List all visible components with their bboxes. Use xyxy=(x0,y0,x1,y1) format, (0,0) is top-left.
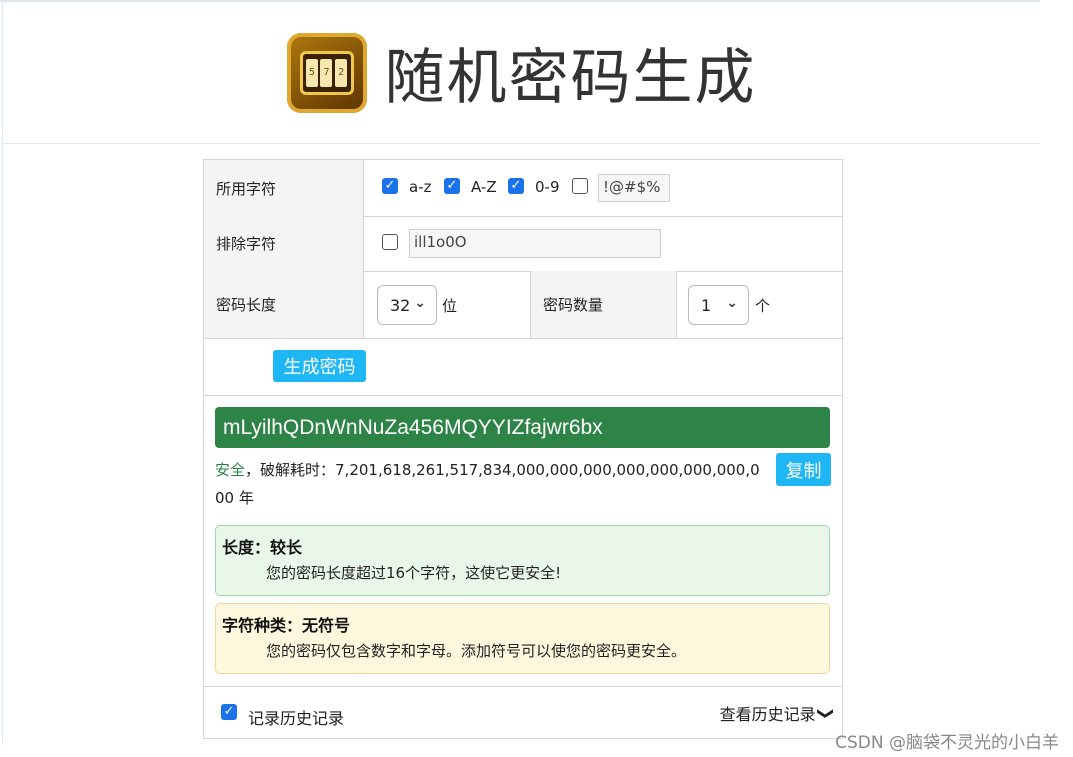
password-output[interactable]: mLyilhQDnWnNuZa456MQYYIZfajwr6bx xyxy=(215,407,830,448)
option-digits-label: 0-9 xyxy=(535,178,560,196)
count-select[interactable]: 1 ⌄ xyxy=(688,285,749,325)
page-header: 572 随机密码生成 xyxy=(3,2,1040,144)
length-value: 32 xyxy=(390,295,411,315)
checkbox-lowercase[interactable] xyxy=(382,178,398,194)
charset-label: 所用字符 xyxy=(204,160,364,216)
length-select[interactable]: 32 ⌄ xyxy=(377,285,437,325)
exclude-label: 排除字符 xyxy=(204,216,364,271)
chevron-down-icon: ❯ xyxy=(816,706,836,720)
view-history-toggle[interactable]: 查看历史记录 ❯ xyxy=(719,701,836,725)
length-tip-title: 长度：较长 xyxy=(222,538,303,557)
charset-tip: 字符种类：无符号 您的密码仅包含数字和字母。添加符号可以使您的密码更安全。 xyxy=(215,603,830,674)
checkbox-symbols[interactable] xyxy=(572,178,588,194)
length-count-row: 密码长度 32 ⌄ 位 密码数量 1 ⌄ 个 xyxy=(204,271,842,339)
length-label: 密码长度 xyxy=(204,271,364,338)
count-label: 密码数量 xyxy=(530,271,677,338)
charset-tip-title: 字符种类：无符号 xyxy=(222,616,351,635)
count-value: 1 xyxy=(701,295,712,315)
chevron-down-icon: ⌄ xyxy=(414,295,426,311)
record-history-label: 记录历史记录 xyxy=(248,709,345,728)
checkbox-digits[interactable] xyxy=(508,178,524,194)
symbols-field[interactable]: !@#$% xyxy=(598,174,670,202)
length-unit: 位 xyxy=(442,297,458,315)
exclude-row: 排除字符 ill1o0O xyxy=(204,216,842,272)
option-uppercase-label: A-Z xyxy=(471,178,497,196)
crack-time-info: 安全，破解耗时：7,201,618,261,517,834,000,000,00… xyxy=(215,456,763,512)
charset-tip-desc: 您的密码仅包含数字和字母。添加符号可以使您的密码更安全。 xyxy=(266,642,687,660)
page-title: 随机密码生成 xyxy=(384,43,757,113)
count-unit: 个 xyxy=(755,297,771,315)
exclude-chars-input[interactable]: ill1o0O xyxy=(409,229,661,258)
slot-machine-logo-icon: 572 xyxy=(286,32,367,113)
length-tip-desc: 您的密码长度超过16个字符，这使它更安全! xyxy=(266,564,562,582)
safety-status: 安全 xyxy=(215,461,246,479)
length-tip: 长度：较长 您的密码长度超过16个字符，这使它更安全! xyxy=(215,525,830,596)
crack-time-text: ，破解耗时：7,201,618,261,517,834,000,000,000,… xyxy=(215,461,760,507)
charset-row: 所用字符 a-z A-Z 0-9 !@#$% xyxy=(204,160,842,217)
history-row: 记录历史记录 查看历史记录 ❯ xyxy=(203,686,843,739)
copy-button[interactable]: 复制 xyxy=(776,453,831,486)
chevron-down-icon: ⌄ xyxy=(726,295,738,311)
checkbox-exclude[interactable] xyxy=(382,234,398,250)
watermark: CSDN @脑袋不灵光的小白羊 xyxy=(835,733,1059,753)
generate-button[interactable]: 生成密码 xyxy=(273,350,366,382)
view-history-label: 查看历史记录 xyxy=(719,705,816,724)
option-lowercase-label: a-z xyxy=(409,178,432,196)
checkbox-record-history[interactable] xyxy=(221,704,237,720)
checkbox-uppercase[interactable] xyxy=(444,178,460,194)
